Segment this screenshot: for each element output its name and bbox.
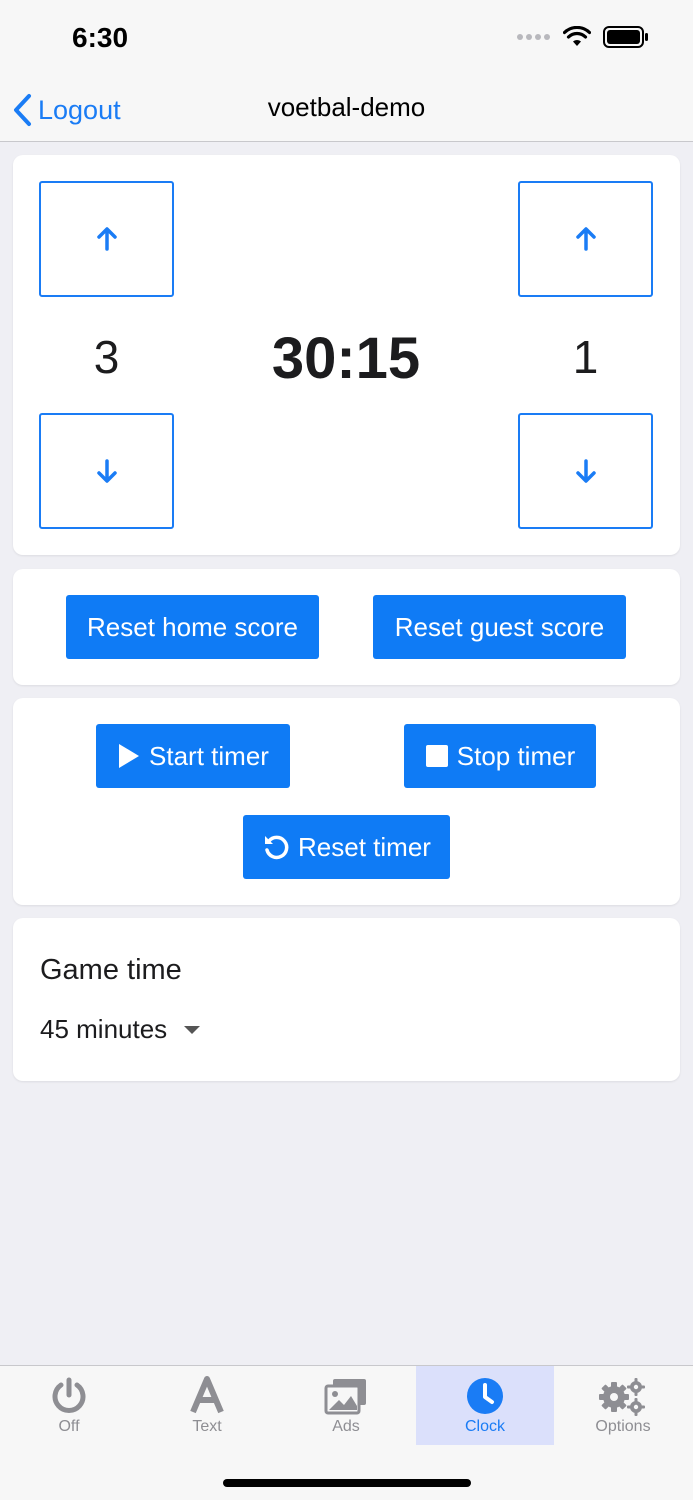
signal-icon (517, 34, 550, 40)
tab-clock[interactable]: Clock (416, 1366, 554, 1445)
caret-down-icon (184, 1025, 201, 1034)
text-icon (190, 1376, 224, 1414)
guest-score: 1 (572, 331, 599, 383)
play-icon (119, 744, 140, 768)
gears-icon (599, 1378, 645, 1416)
status-bar: 6:30 (0, 0, 693, 80)
stop-timer-label: Stop timer (456, 740, 576, 771)
tab-text-label: Text (192, 1418, 222, 1435)
chevron-left-icon (14, 94, 31, 126)
power-icon (52, 1377, 86, 1413)
status-time: 6:30 (72, 22, 129, 53)
tab-ads[interactable]: Ads (277, 1366, 415, 1445)
clock-icon (467, 1378, 503, 1414)
nav-bar: voetbal-demo Logout (0, 80, 693, 142)
tab-options[interactable]: Options (554, 1366, 692, 1445)
game-clock: 30:15 (271, 326, 421, 391)
images-icon (324, 1379, 366, 1415)
reset-timer-label: Reset timer (298, 831, 431, 862)
home-score-down-button[interactable] (39, 413, 174, 529)
stop-timer-button[interactable]: Stop timer (404, 724, 596, 788)
tab-clock-label: Clock (464, 1418, 505, 1435)
tab-ads-label: Ads (332, 1418, 360, 1435)
tab-off-label: Off (58, 1418, 80, 1435)
arrow-down-icon (575, 459, 596, 483)
reset-home-score-button[interactable]: Reset home score (66, 595, 319, 659)
timer-card: Start timer Stop timer Reset timer (13, 698, 680, 905)
game-time-value: 45 minutes (40, 1014, 168, 1044)
home-indicator (223, 1479, 471, 1487)
reset-guest-score-button[interactable]: Reset guest score (373, 595, 626, 659)
reset-timer-button[interactable]: Reset timer (243, 815, 450, 879)
tab-options-label: Options (595, 1418, 651, 1435)
guest-score-up-button[interactable] (518, 181, 653, 297)
guest-score-down-button[interactable] (518, 413, 653, 529)
tab-text[interactable]: Text (138, 1366, 276, 1445)
home-score: 3 (93, 331, 120, 383)
status-icons (517, 26, 649, 48)
logout-button[interactable]: Logout (12, 88, 121, 132)
reset-home-score-label: Reset home score (87, 611, 298, 642)
undo-icon (265, 835, 289, 860)
battery-icon (603, 26, 648, 48)
scoreboard-card: 3 30:15 1 (13, 155, 680, 555)
arrow-up-icon (96, 227, 117, 251)
arrow-down-icon (96, 459, 117, 483)
wifi-icon (563, 26, 591, 46)
tab-off[interactable]: Off (0, 1366, 138, 1445)
game-time-card: Game time 45 minutes (13, 918, 680, 1081)
game-time-select[interactable]: 45 minutes (40, 1014, 201, 1045)
logout-label: Logout (38, 94, 121, 125)
start-timer-label: Start timer (149, 740, 269, 771)
stop-icon (425, 745, 448, 767)
game-time-label: Game time (40, 954, 182, 986)
home-score-up-button[interactable] (39, 181, 174, 297)
arrow-up-icon (575, 227, 596, 251)
start-timer-button[interactable]: Start timer (96, 724, 290, 788)
reset-scores-card: Reset home score Reset guest score (13, 569, 680, 685)
reset-guest-score-label: Reset guest score (394, 611, 605, 642)
